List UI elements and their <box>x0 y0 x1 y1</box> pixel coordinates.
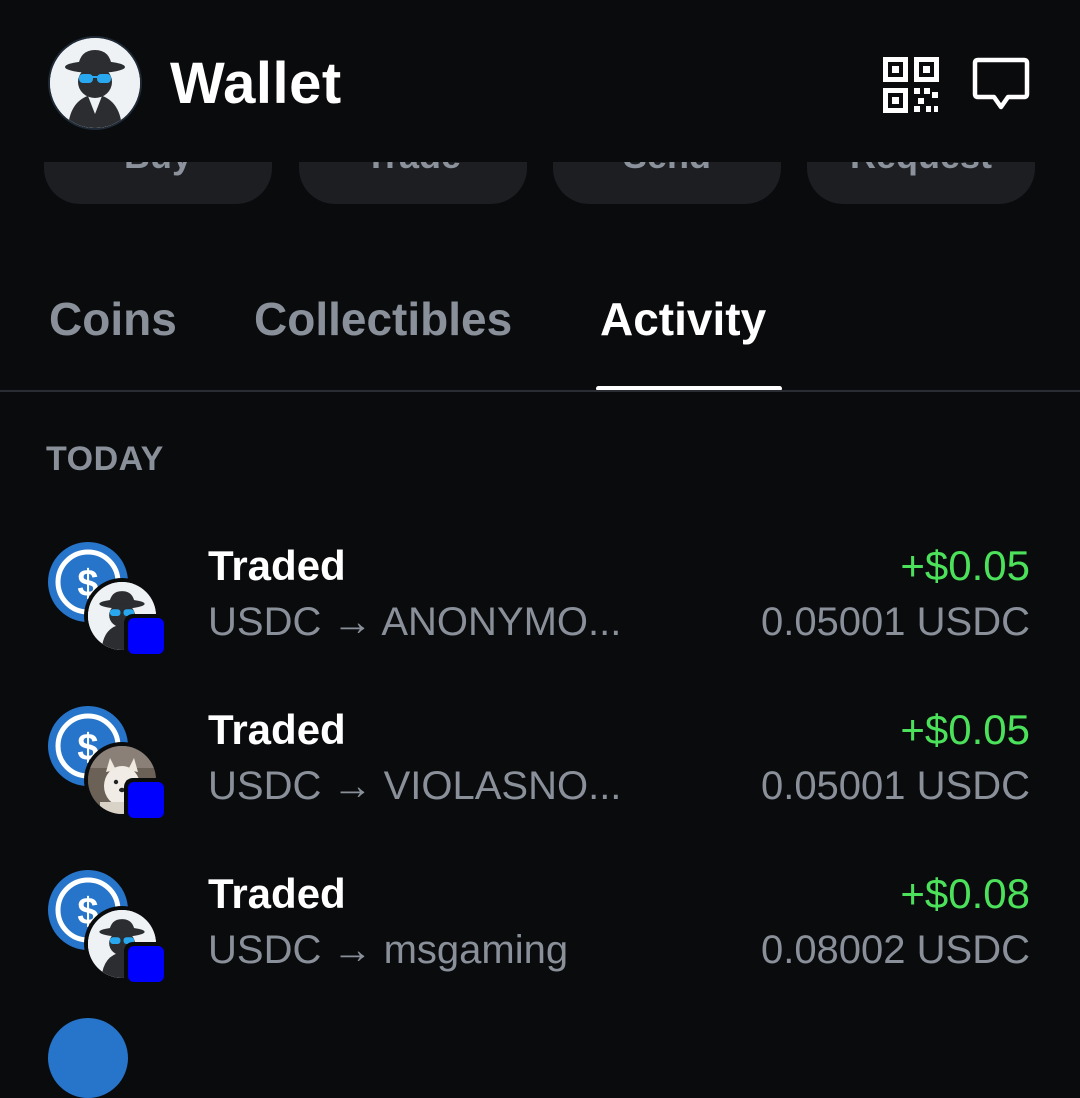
tabs-divider <box>0 390 1080 392</box>
messages-button[interactable] <box>970 54 1032 116</box>
blue-square-chain-icon <box>124 942 168 986</box>
activity-subtitle: USDC → ANONYMO... <box>208 600 622 644</box>
app-header: Wallet <box>0 0 1080 162</box>
spy-avatar-icon <box>50 38 140 128</box>
section-header-today: TODAY <box>46 440 164 478</box>
activity-row[interactable]: $ Traded USDC → VIOLASNO... +$0.05 0.050… <box>0 694 1080 858</box>
chat-bubble-icon <box>972 57 1030 110</box>
wallet-tabs: Coins Collectibles Activity <box>0 270 1080 394</box>
activity-amount-usd: +$0.05 <box>900 706 1030 753</box>
tab-activity[interactable]: Activity <box>600 292 766 346</box>
activity-amount-token: 0.05001 USDC <box>760 764 1030 808</box>
profile-avatar[interactable] <box>50 38 140 128</box>
blue-square-chain-icon <box>124 614 168 658</box>
activity-row[interactable]: $ Traded USDC → msgaming +$0.08 0.08002 … <box>0 858 1080 1022</box>
activity-subtitle: USDC → VIOLASNO... <box>208 764 622 808</box>
activity-title: Traded <box>208 706 346 753</box>
activity-amount-token: 0.08002 USDC <box>760 928 1030 972</box>
activity-amount-usd: +$0.08 <box>900 870 1030 917</box>
tab-coins[interactable]: Coins <box>49 292 177 346</box>
activity-row[interactable]: $ Traded USDC → ANONYMO... +$0.05 0.0500… <box>0 530 1080 694</box>
qr-code-icon <box>883 57 939 113</box>
page-title: Wallet <box>170 51 342 116</box>
activity-subtitle: USDC → msgaming <box>208 928 569 972</box>
activity-title: Traded <box>208 870 346 917</box>
activity-amount-usd: +$0.05 <box>900 542 1030 589</box>
activity-title: Traded <box>208 542 346 589</box>
blue-square-chain-icon <box>124 778 168 822</box>
tab-collectibles[interactable]: Collectibles <box>254 292 512 346</box>
qr-code-button[interactable] <box>880 54 942 116</box>
activity-amount-token: 0.05001 USDC <box>760 600 1030 644</box>
usdc-icon <box>48 1018 128 1098</box>
